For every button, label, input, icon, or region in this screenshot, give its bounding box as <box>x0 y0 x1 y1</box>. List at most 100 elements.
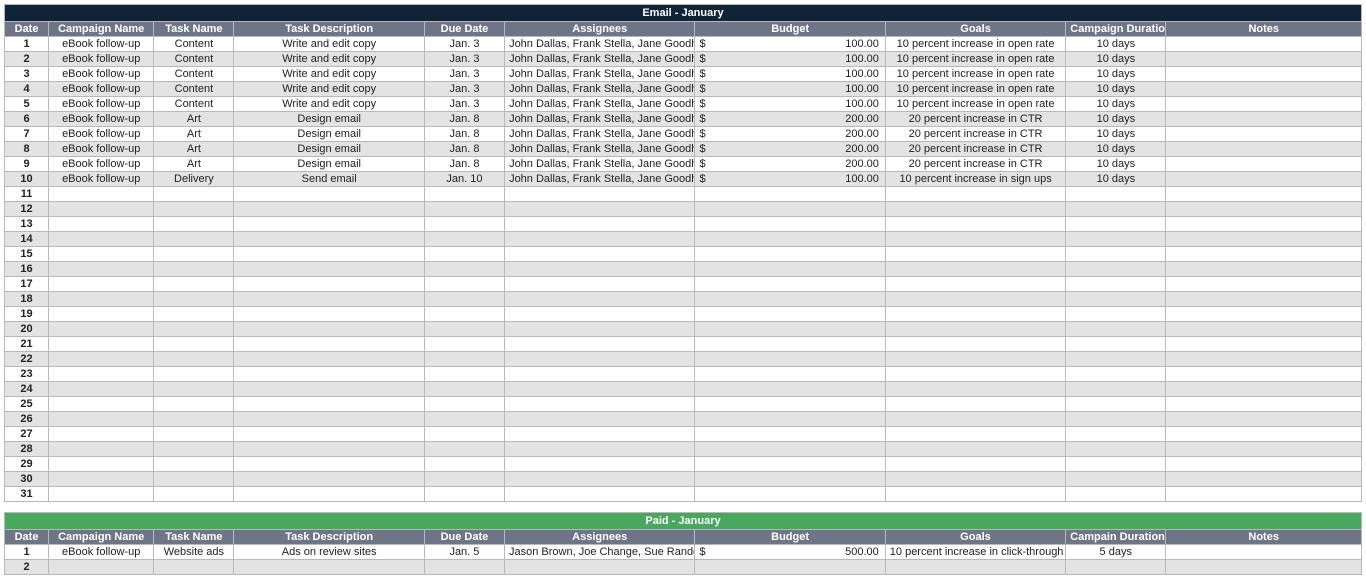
row-number[interactable]: 1 <box>5 545 49 560</box>
cell-empty[interactable] <box>234 187 424 202</box>
cell-empty[interactable] <box>695 397 885 412</box>
cell-empty[interactable] <box>49 442 154 457</box>
cell-empty[interactable] <box>885 337 1065 352</box>
row-number[interactable]: 1 <box>5 37 49 52</box>
cell-empty[interactable] <box>424 262 504 277</box>
cell-empty[interactable] <box>154 202 234 217</box>
cell-empty[interactable] <box>1166 457 1362 472</box>
cell-empty[interactable] <box>49 307 154 322</box>
cell-desc[interactable]: Design email <box>234 157 424 172</box>
cell-empty[interactable] <box>49 487 154 502</box>
cell-assignees[interactable]: John Dallas, Frank Stella, Jane Goodhear… <box>505 52 695 67</box>
cell-empty[interactable] <box>49 277 154 292</box>
cell-duration[interactable]: 10 days <box>1066 52 1166 67</box>
cell-campaign[interactable]: eBook follow-up <box>49 172 154 187</box>
cell-empty[interactable] <box>1166 292 1362 307</box>
cell-empty[interactable] <box>695 367 885 382</box>
cell-empty[interactable] <box>154 367 234 382</box>
cell-empty[interactable] <box>154 472 234 487</box>
cell-empty[interactable] <box>234 472 424 487</box>
cell-empty[interactable] <box>505 322 695 337</box>
cell-task[interactable]: Content <box>154 97 234 112</box>
cell-desc[interactable]: Design email <box>234 112 424 127</box>
cell-empty[interactable] <box>154 457 234 472</box>
cell-notes[interactable] <box>1166 112 1362 127</box>
cell-empty[interactable] <box>505 232 695 247</box>
cell-empty[interactable] <box>49 232 154 247</box>
cell-empty[interactable] <box>154 232 234 247</box>
cell-empty[interactable] <box>424 367 504 382</box>
cell-empty[interactable] <box>505 382 695 397</box>
column-header[interactable]: Budget <box>695 22 885 37</box>
row-number[interactable]: 20 <box>5 322 49 337</box>
cell-due[interactable]: Jan. 3 <box>424 97 504 112</box>
cell-empty[interactable] <box>154 322 234 337</box>
row-number[interactable]: 2 <box>5 560 49 575</box>
cell-due[interactable]: Jan. 8 <box>424 127 504 142</box>
cell-empty[interactable] <box>695 427 885 442</box>
cell-empty[interactable] <box>1066 232 1166 247</box>
cell-assignees[interactable]: John Dallas, Frank Stella, Jane Goodhear… <box>505 82 695 97</box>
cell-assignees[interactable]: John Dallas, Frank Stella, Jane Goodhear… <box>505 157 695 172</box>
cell-empty[interactable] <box>505 277 695 292</box>
cell-assignees[interactable]: John Dallas, Frank Stella, Jane Goodhear… <box>505 37 695 52</box>
cell-notes[interactable] <box>1166 82 1362 97</box>
cell-empty[interactable] <box>1066 382 1166 397</box>
cell-empty[interactable] <box>695 277 885 292</box>
cell-empty[interactable] <box>49 352 154 367</box>
cell-empty[interactable] <box>695 292 885 307</box>
row-number[interactable]: 3 <box>5 67 49 82</box>
cell-empty[interactable] <box>885 292 1065 307</box>
column-header[interactable]: Notes <box>1166 530 1362 545</box>
cell-campaign[interactable]: eBook follow-up <box>49 142 154 157</box>
cell-assignees[interactable]: John Dallas, Frank Stella, Jane Goodhear… <box>505 67 695 82</box>
row-number[interactable]: 14 <box>5 232 49 247</box>
cell-budget[interactable]: $100.00 <box>695 52 885 67</box>
cell-empty[interactable] <box>505 487 695 502</box>
cell-due[interactable]: Jan. 3 <box>424 82 504 97</box>
cell-campaign[interactable]: eBook follow-up <box>49 67 154 82</box>
cell-empty[interactable] <box>505 292 695 307</box>
cell-empty[interactable] <box>505 337 695 352</box>
cell-empty[interactable] <box>234 487 424 502</box>
cell-task[interactable]: Art <box>154 142 234 157</box>
cell-empty[interactable] <box>154 337 234 352</box>
cell-due[interactable]: Jan. 5 <box>424 545 504 560</box>
cell-empty[interactable] <box>49 217 154 232</box>
cell-empty[interactable] <box>695 560 885 575</box>
cell-empty[interactable] <box>424 292 504 307</box>
cell-due[interactable]: Jan. 8 <box>424 157 504 172</box>
cell-empty[interactable] <box>154 442 234 457</box>
cell-empty[interactable] <box>234 442 424 457</box>
cell-campaign[interactable]: eBook follow-up <box>49 127 154 142</box>
cell-notes[interactable] <box>1166 97 1362 112</box>
cell-task[interactable]: Art <box>154 112 234 127</box>
row-number[interactable]: 8 <box>5 142 49 157</box>
cell-empty[interactable] <box>1166 427 1362 442</box>
cell-due[interactable]: Jan. 3 <box>424 52 504 67</box>
cell-due[interactable]: Jan. 3 <box>424 67 504 82</box>
cell-budget[interactable]: $100.00 <box>695 82 885 97</box>
cell-empty[interactable] <box>1166 187 1362 202</box>
row-number[interactable]: 6 <box>5 112 49 127</box>
cell-empty[interactable] <box>424 232 504 247</box>
cell-empty[interactable] <box>505 367 695 382</box>
column-header[interactable]: Campaign Duration <box>1066 22 1166 37</box>
cell-empty[interactable] <box>424 412 504 427</box>
cell-campaign[interactable]: eBook follow-up <box>49 97 154 112</box>
cell-notes[interactable] <box>1166 52 1362 67</box>
column-header[interactable]: Due Date <box>424 530 504 545</box>
cell-empty[interactable] <box>1166 202 1362 217</box>
cell-desc[interactable]: Design email <box>234 127 424 142</box>
cell-empty[interactable] <box>1066 292 1166 307</box>
cell-empty[interactable] <box>1166 472 1362 487</box>
cell-empty[interactable] <box>1166 412 1362 427</box>
column-header[interactable]: Task Name <box>154 530 234 545</box>
cell-empty[interactable] <box>695 487 885 502</box>
column-header[interactable]: Assignees <box>505 530 695 545</box>
cell-desc[interactable]: Write and edit copy <box>234 67 424 82</box>
cell-empty[interactable] <box>1066 277 1166 292</box>
cell-duration[interactable]: 10 days <box>1066 127 1166 142</box>
cell-empty[interactable] <box>154 217 234 232</box>
cell-empty[interactable] <box>885 187 1065 202</box>
